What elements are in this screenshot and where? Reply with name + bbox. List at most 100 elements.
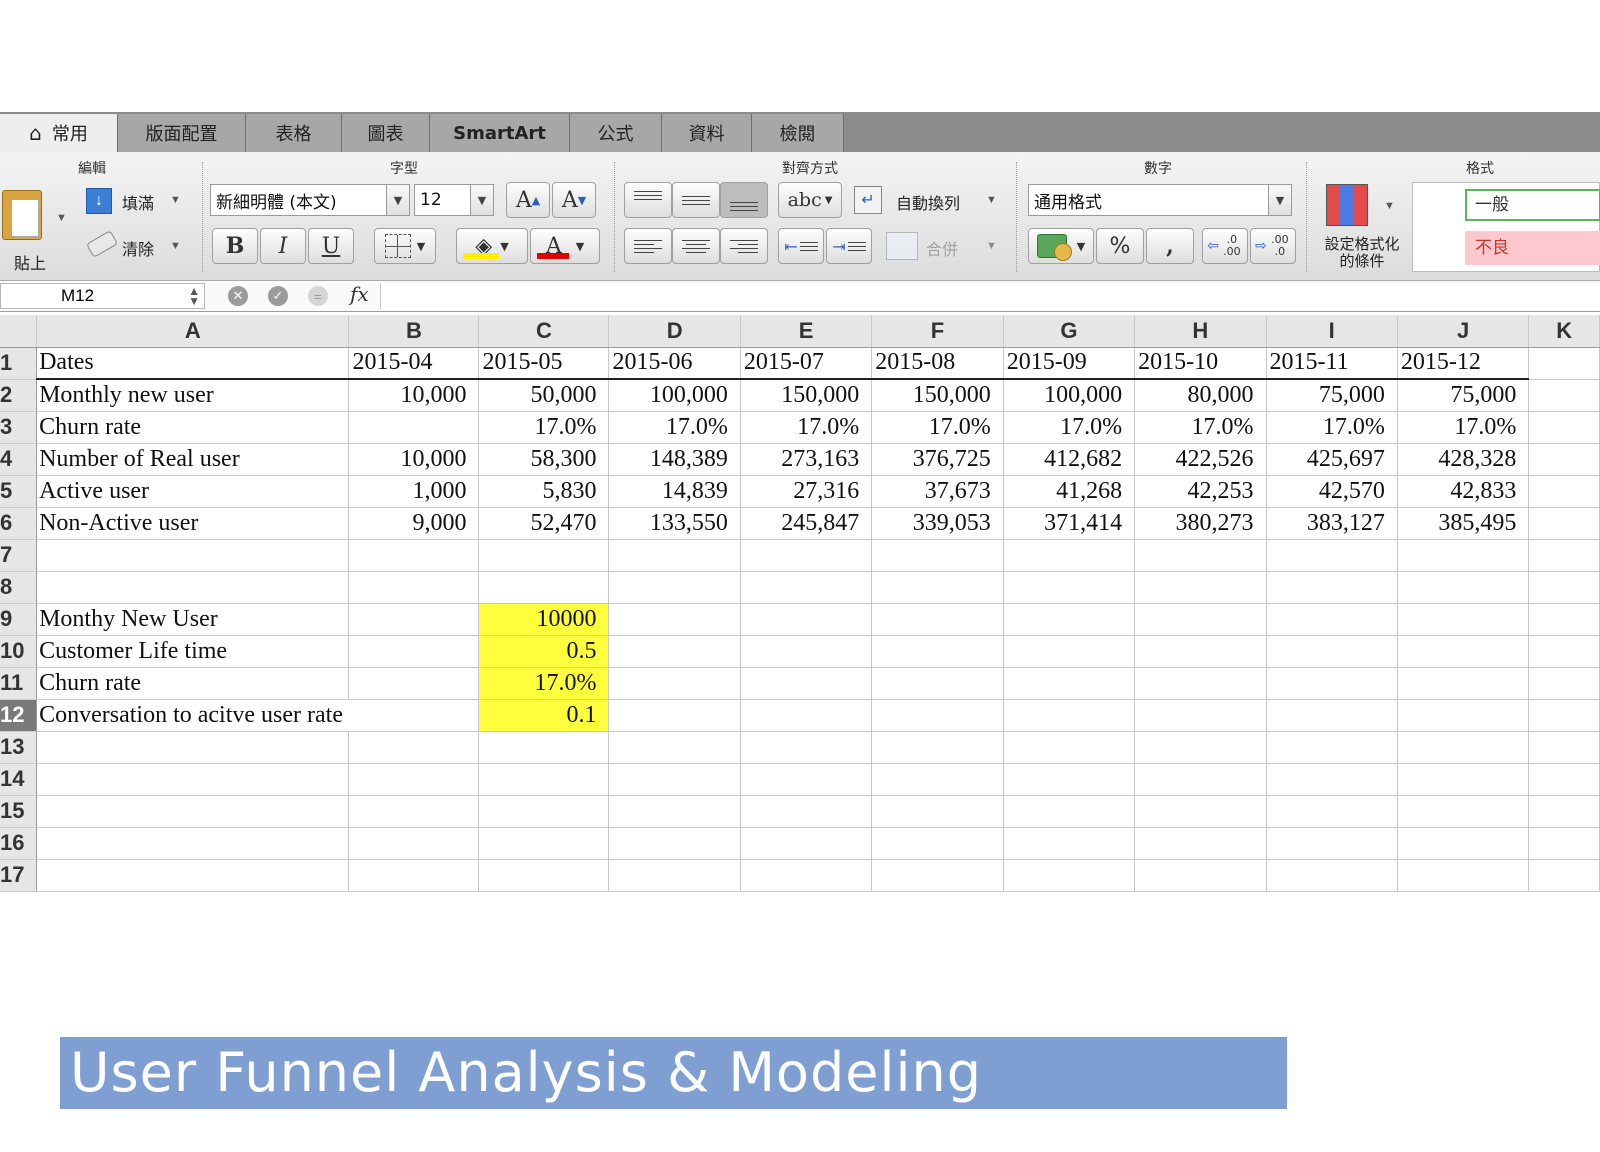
cell-b17[interactable]	[348, 859, 480, 892]
cell-g17[interactable]	[1003, 859, 1136, 892]
cell-e6[interactable]: 245,847	[740, 507, 873, 540]
cell-b8[interactable]	[348, 571, 480, 604]
cancel-icon[interactable]: ✕	[228, 286, 248, 306]
underline-button[interactable]: U	[308, 228, 354, 264]
cell-h4[interactable]: 422,526	[1134, 443, 1267, 476]
row-header[interactable]: 1	[0, 347, 38, 380]
orientation-button[interactable]: abc ▼	[778, 182, 842, 218]
cell-d8[interactable]	[608, 571, 741, 604]
cell-h3[interactable]: 17.0%	[1134, 411, 1267, 444]
cell-d2[interactable]: 100,000	[608, 379, 741, 412]
cell-c16[interactable]	[478, 827, 610, 860]
wrap-dropdown-arrow[interactable]: ▼	[986, 194, 997, 206]
column-header-i[interactable]: I	[1266, 315, 1398, 348]
cell-j4[interactable]: 428,328	[1397, 443, 1530, 476]
row-header[interactable]: 14	[0, 763, 38, 796]
cell-g11[interactable]	[1003, 667, 1136, 700]
cell-d1[interactable]: 2015-06	[608, 347, 741, 380]
cell-b5[interactable]: 1,000	[348, 475, 480, 508]
cell-f14[interactable]	[871, 763, 1004, 796]
cell-i14[interactable]	[1266, 763, 1398, 796]
cell-e1[interactable]: 2015-07	[740, 347, 873, 380]
tab-charts[interactable]: 圖表	[342, 114, 430, 152]
cell-j11[interactable]	[1397, 667, 1530, 700]
font-color-button[interactable]: A ▼	[530, 228, 600, 264]
cell-k15[interactable]	[1528, 795, 1600, 828]
cell-h1[interactable]: 2015-10	[1134, 347, 1267, 380]
cell-a15[interactable]	[36, 795, 350, 828]
cell-h11[interactable]	[1134, 667, 1267, 700]
cell-j1[interactable]: 2015-12	[1397, 347, 1530, 380]
cell-a8[interactable]	[36, 571, 350, 604]
cell-i15[interactable]	[1266, 795, 1398, 828]
cell-g7[interactable]	[1003, 539, 1136, 572]
cell-i1[interactable]: 2015-11	[1266, 347, 1398, 380]
bold-button[interactable]: B	[212, 228, 258, 264]
tab-home[interactable]: ⌂ 常用	[0, 114, 118, 152]
cell-e2[interactable]: 150,000	[740, 379, 873, 412]
conditional-formatting-button[interactable]: ▼ 設定格式化 的條件	[1314, 182, 1410, 276]
cell-f7[interactable]	[871, 539, 1004, 572]
comma-style-button[interactable]: ,	[1146, 228, 1194, 264]
column-header-f[interactable]: F	[871, 315, 1004, 348]
cell-d14[interactable]	[608, 763, 741, 796]
cell-c3[interactable]: 17.0%	[478, 411, 610, 444]
cell-b10[interactable]	[348, 635, 480, 668]
cell-b13[interactable]	[348, 731, 480, 764]
cell-d10[interactable]	[608, 635, 741, 668]
cell-b15[interactable]	[348, 795, 480, 828]
cell-d15[interactable]	[608, 795, 741, 828]
cell-h16[interactable]	[1134, 827, 1267, 860]
cell-f13[interactable]	[871, 731, 1004, 764]
cell-e12[interactable]	[740, 699, 873, 732]
cell-c13[interactable]	[478, 731, 610, 764]
cell-h10[interactable]	[1134, 635, 1267, 668]
column-header-h[interactable]: H	[1134, 315, 1267, 348]
cell-i7[interactable]	[1266, 539, 1398, 572]
number-format-select[interactable]: 通用格式 ▼	[1028, 184, 1292, 216]
cell-j13[interactable]	[1397, 731, 1530, 764]
decrease-indent-button[interactable]: ⇤	[778, 228, 824, 264]
cell-i16[interactable]	[1266, 827, 1398, 860]
cell-g3[interactable]: 17.0%	[1003, 411, 1136, 444]
row-header[interactable]: 12	[0, 699, 38, 732]
fill-color-button[interactable]: ◈ ▼	[456, 228, 528, 264]
cell-b11[interactable]	[348, 667, 480, 700]
cell-j12[interactable]	[1397, 699, 1530, 732]
cell-j14[interactable]	[1397, 763, 1530, 796]
cell-h2[interactable]: 80,000	[1134, 379, 1267, 412]
cell-g1[interactable]: 2015-09	[1003, 347, 1136, 380]
cell-i5[interactable]: 42,570	[1266, 475, 1398, 508]
decrease-decimal-button[interactable]: ⇨ .00 .0	[1250, 228, 1296, 264]
cell-f16[interactable]	[871, 827, 1004, 860]
cell-b7[interactable]	[348, 539, 480, 572]
cell-b1[interactable]: 2015-04	[348, 347, 480, 380]
cell-j16[interactable]	[1397, 827, 1530, 860]
cell-k14[interactable]	[1528, 763, 1600, 796]
row-header[interactable]: 10	[0, 635, 38, 668]
cell-j9[interactable]	[1397, 603, 1530, 636]
percent-style-button[interactable]: %	[1096, 228, 1144, 264]
tab-page-layout[interactable]: 版面配置	[118, 114, 246, 152]
align-middle-button[interactable]	[672, 182, 720, 218]
cell-a16[interactable]	[36, 827, 350, 860]
cell-g6[interactable]: 371,414	[1003, 507, 1136, 540]
row-header[interactable]: 4	[0, 443, 38, 476]
align-left-button[interactable]	[624, 228, 672, 264]
cell-d17[interactable]	[608, 859, 741, 892]
cell-g9[interactable]	[1003, 603, 1136, 636]
cell-e17[interactable]	[740, 859, 873, 892]
row-header[interactable]: 11	[0, 667, 38, 700]
cell-f3[interactable]: 17.0%	[871, 411, 1004, 444]
row-header[interactable]: 15	[0, 795, 38, 828]
cell-d11[interactable]	[608, 667, 741, 700]
cell-b2[interactable]: 10,000	[348, 379, 480, 412]
cell-i8[interactable]	[1266, 571, 1398, 604]
column-header-e[interactable]: E	[740, 315, 873, 348]
cell-h14[interactable]	[1134, 763, 1267, 796]
cell-f8[interactable]	[871, 571, 1004, 604]
cell-a13[interactable]	[36, 731, 350, 764]
grow-font-button[interactable]: A ▲	[506, 182, 550, 218]
cell-h6[interactable]: 380,273	[1134, 507, 1267, 540]
cell-j17[interactable]	[1397, 859, 1530, 892]
